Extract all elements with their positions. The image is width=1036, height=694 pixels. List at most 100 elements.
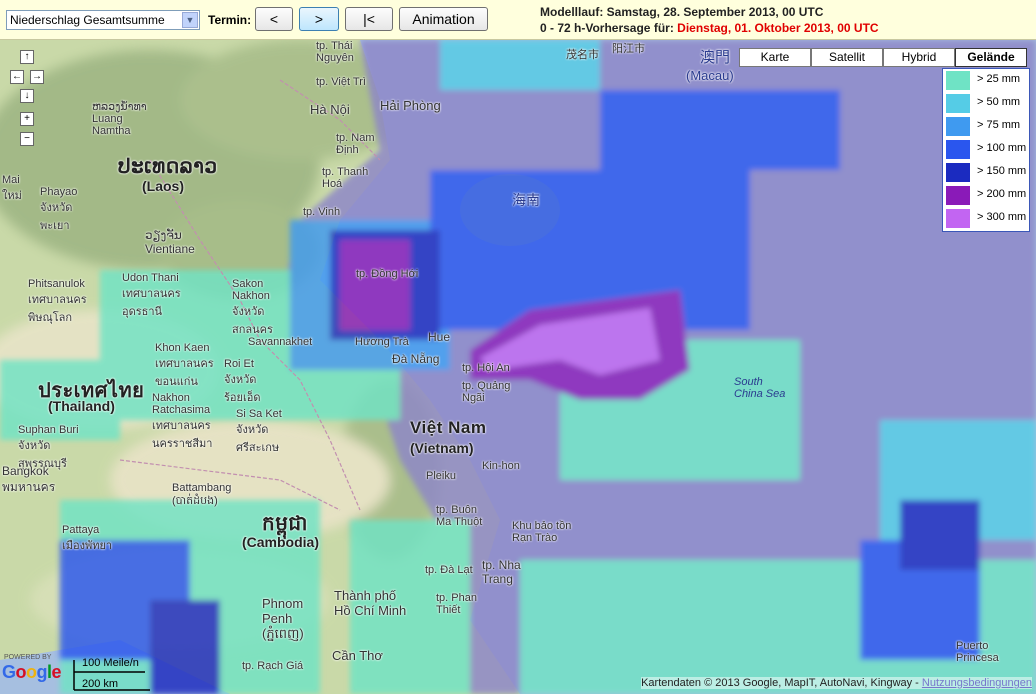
map-label: Savannakhet [248, 336, 313, 348]
legend-label: > 150 mm [977, 165, 1027, 177]
legend-swatch [946, 163, 970, 182]
product-select-value: Niederschlag Gesamtsumme [10, 13, 165, 27]
map-label: tp. Buôn Ma Thuột [436, 504, 483, 528]
next-button[interactable]: > [299, 7, 339, 31]
map-label: (Thailand) [48, 398, 115, 414]
map-label: 澳門 [700, 49, 731, 66]
map-label: Phayao จังหวัด พะเยา [40, 186, 78, 232]
map-label: Thành phố Hồ Chí Minh [334, 588, 407, 618]
map-label: tp. Nam Định [336, 132, 375, 156]
map-canvas[interactable]: tp. Thái Nguyên tp. Việt Trì Hà Nội Hải P… [0, 40, 1036, 694]
legend-label: > 100 mm [977, 142, 1027, 154]
pan-right-button[interactable]: → [30, 70, 44, 84]
map-label: tp. Quảng Ngãi [462, 380, 511, 404]
map-label: Hương Trà [355, 336, 409, 348]
map-label: Nakhon Ratchasima เทศบาลนคร นครราชสีมา [152, 392, 213, 450]
termin-label: Termin: [208, 13, 252, 27]
map-label: 海南 [512, 192, 540, 208]
terms-link[interactable]: Nutzungsbedingungen [922, 677, 1032, 689]
map-label: Sakon Nakhon จังหวัด สกลนคร [232, 278, 273, 336]
map-type-gelaende[interactable]: Gelände [955, 48, 1027, 67]
prev-button[interactable]: < [255, 7, 293, 31]
chevron-down-icon[interactable]: ▼ [182, 12, 198, 28]
map-label: tp. Thái Nguyên [316, 40, 354, 64]
forecast-text: 0 - 72 h-Vorhersage für: Dienstag, 01. O… [540, 21, 879, 35]
map-label: Khu bảo tồn Rạn Trào [512, 520, 572, 544]
map-label: tp. Đồng Hới [356, 268, 419, 280]
map-label: Hue [428, 330, 451, 344]
legend-row: > 50 mm [943, 92, 1029, 115]
map-label: Battambang (បាត់ដំបង) [172, 482, 232, 507]
zoom-in-button[interactable]: + [20, 112, 34, 126]
legend-label: > 50 mm [977, 96, 1021, 108]
animation-button[interactable]: Animation [399, 7, 488, 31]
legend-row: > 200 mm [943, 184, 1029, 207]
legend-swatch [946, 140, 970, 159]
map-label: ວຽງຈັນ Vientiane [145, 228, 195, 256]
map-label: ປະເທດລາວ [118, 156, 218, 178]
map-label: Khon Kaen เทศบาลนคร ขอนแก่น [155, 342, 214, 388]
map-type-hybrid[interactable]: Hybrid [883, 48, 955, 67]
scale-bar: 100 Meile/n 200 km [72, 656, 152, 690]
map-label: Phnom Penh (ភ្នំពេញ) [262, 596, 304, 641]
legend-label: > 25 mm [977, 73, 1021, 85]
map-label: tp. Đà Lạt [425, 564, 473, 576]
precipitation-legend: > 25 mm > 50 mm > 75 mm > 100 mm > 150 mm > 2… [942, 68, 1030, 232]
product-select[interactable]: Niederschlag Gesamtsumme ▼ [6, 10, 200, 30]
model-run-text: Modelllauf: Samstag, 28. September 2013,… [540, 5, 824, 19]
map-type-satellit[interactable]: Satellit [811, 48, 883, 67]
legend-row: > 75 mm [943, 115, 1029, 138]
legend-swatch [946, 71, 970, 90]
scale-km: 200 km [82, 678, 119, 690]
copyright-label: Kartendaten © 2013 Google, MapIT, AutoNa… [641, 677, 922, 689]
map-label: 茂名市 [566, 49, 599, 61]
forecast-date: Dienstag, 01. Oktober 2013, 00 UTC [677, 21, 879, 35]
map-label: South China Sea [734, 376, 786, 400]
legend-label: > 300 mm [977, 211, 1027, 223]
map-label: Đà Nẵng [392, 352, 440, 366]
map-label: Phitsanulok เทศบาลนคร พิษณุโลก [28, 278, 87, 324]
map-label: Hà Nội [310, 102, 350, 117]
legend-swatch [946, 94, 970, 113]
map-label: Si Sa Ket จังหวัด ศรีสะเกษ [236, 408, 282, 454]
map-label: tp. Nha Trang [482, 558, 521, 586]
legend-swatch [946, 117, 970, 136]
toolbar: Niederschlag Gesamtsumme ▼ Termin: < > |… [0, 0, 1036, 40]
map-label: (Macau) [686, 68, 734, 83]
legend-row: > 100 mm [943, 138, 1029, 161]
map-type-karte[interactable]: Karte [739, 48, 811, 67]
forecast-prefix: 0 - 72 h-Vorhersage für: [540, 21, 678, 35]
copyright-text: Kartendaten © 2013 Google, MapIT, AutoNa… [641, 677, 1032, 689]
map-label: (Cambodia) [242, 534, 319, 550]
legend-row: > 150 mm [943, 161, 1029, 184]
map-label: Kin-hon [482, 460, 520, 472]
pan-up-button[interactable]: ↑ [20, 50, 34, 64]
legend-swatch [946, 186, 970, 205]
legend-label: > 75 mm [977, 119, 1021, 131]
map-label: Pattaya เมืองพัทยา [62, 524, 113, 552]
scale-miles: 100 Meile/n [82, 657, 139, 669]
zoom-out-button[interactable]: − [20, 132, 34, 146]
map-label: Pleiku [426, 470, 456, 482]
legend-swatch [946, 209, 970, 228]
map-label: Udon Thani เทศบาลนคร อุดรธานี [122, 272, 181, 318]
map-label: tp. Rạch Giá [242, 660, 304, 672]
map-label: Hải Phòng [380, 98, 441, 113]
powered-by-text: POWERED BY [4, 654, 52, 661]
pan-down-button[interactable]: ↓ [20, 89, 34, 103]
map-label: (Laos) [142, 178, 184, 194]
legend-label: > 200 mm [977, 188, 1027, 200]
legend-row: > 25 mm [943, 69, 1029, 92]
pan-left-button[interactable]: ← [10, 70, 24, 84]
map-label: Mai ใหม่ [2, 174, 22, 202]
map-label: Puerto Princesa [956, 640, 999, 664]
map-label: 阳江市 [612, 43, 645, 55]
map-label: tp. Vinh [303, 206, 341, 218]
map-label: Bangkok พมหานคร [2, 464, 56, 494]
map-label: Roi Et จังหวัด ร้อยเอ็ด [224, 358, 261, 404]
map-label: tp. Việt Trì [316, 76, 366, 88]
first-button[interactable]: |< [345, 7, 393, 31]
map-label: tp. Thanh Hoá [322, 166, 369, 190]
map-label: ຫລວງນ້ຳທາ Luang Namtha [92, 101, 147, 137]
google-logo[interactable]: Google [2, 662, 62, 683]
